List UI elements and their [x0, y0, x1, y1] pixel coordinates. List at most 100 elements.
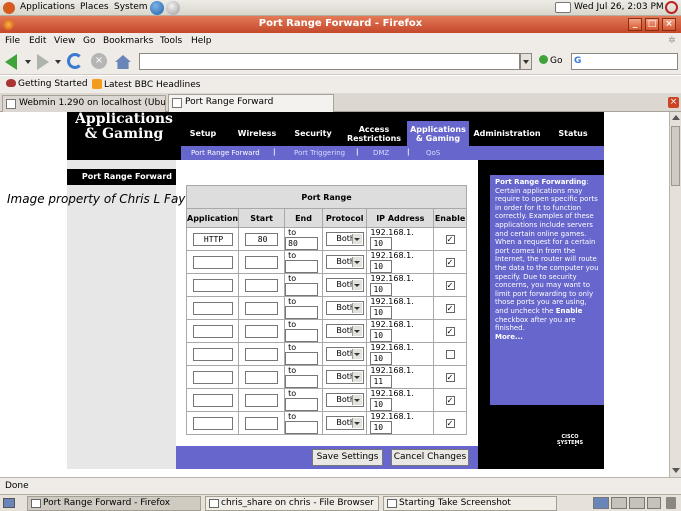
start-port-input[interactable]: [245, 301, 279, 315]
ip-last-octet-input[interactable]: 10: [370, 260, 393, 273]
close-window-button[interactable]: ×: [662, 18, 676, 31]
tab-status[interactable]: Status: [545, 121, 601, 146]
taskbar-file-browser[interactable]: chris_share on chris - File Browser: [205, 496, 379, 511]
system-menu[interactable]: System: [114, 2, 148, 12]
mail-notify-icon[interactable]: [555, 2, 571, 13]
end-port-input[interactable]: [285, 375, 319, 388]
back-history-dropdown-icon[interactable]: [25, 60, 31, 64]
forward-history-dropdown-icon[interactable]: [55, 60, 61, 64]
back-icon[interactable]: [5, 54, 17, 70]
protocol-select[interactable]: Both: [325, 255, 364, 269]
reload-icon[interactable]: [67, 53, 83, 69]
subnav-port-range-forward[interactable]: Port Range Forward: [191, 149, 260, 157]
end-port-input[interactable]: [285, 352, 319, 365]
maximize-button[interactable]: □: [645, 18, 659, 31]
application-input[interactable]: [192, 393, 233, 407]
end-port-input[interactable]: [285, 283, 319, 296]
web-browser-launcher-icon[interactable]: [150, 1, 164, 15]
subnav-dmz[interactable]: DMZ: [373, 149, 389, 157]
application-input[interactable]: [192, 278, 233, 292]
ip-last-octet-input[interactable]: 11: [370, 375, 393, 388]
menu-edit[interactable]: Edit: [29, 36, 46, 46]
protocol-select[interactable]: Both: [325, 347, 364, 361]
bookmark-getting-started[interactable]: Getting Started: [6, 79, 88, 89]
workspace-3[interactable]: [629, 497, 645, 509]
end-port-input[interactable]: [285, 421, 319, 434]
power-icon[interactable]: [665, 1, 678, 14]
save-settings-button[interactable]: Save Settings: [312, 449, 383, 466]
start-port-input[interactable]: [245, 278, 279, 292]
ip-last-octet-input[interactable]: 10: [370, 306, 393, 319]
places-menu[interactable]: Places: [80, 2, 109, 12]
protocol-select[interactable]: Both: [325, 301, 364, 315]
ip-last-octet-input[interactable]: 10: [370, 352, 393, 365]
protocol-select[interactable]: Both: [325, 232, 364, 246]
menu-view[interactable]: View: [54, 36, 75, 46]
gnome-foot-icon[interactable]: [3, 2, 15, 14]
ip-last-octet-input[interactable]: 10: [370, 283, 393, 296]
tab-webmin[interactable]: Webmin 1.290 on localhost (Ubu...: [2, 95, 166, 112]
tab-wireless[interactable]: Wireless: [225, 121, 289, 146]
close-tab-button[interactable]: ×: [668, 97, 679, 108]
application-input[interactable]: [192, 370, 233, 384]
mail-launcher-icon[interactable]: [166, 1, 180, 15]
menu-go[interactable]: Go: [83, 36, 95, 46]
application-input[interactable]: HTTP: [192, 232, 233, 246]
stop-icon[interactable]: ×: [91, 53, 107, 69]
search-input[interactable]: G: [571, 53, 678, 70]
start-port-input[interactable]: [245, 393, 279, 407]
tab-administration[interactable]: Administration: [469, 121, 545, 146]
protocol-select[interactable]: Both: [325, 370, 364, 384]
scroll-thumb[interactable]: [671, 126, 680, 186]
ip-last-octet-input[interactable]: 10: [370, 237, 393, 250]
workspace-2[interactable]: [611, 497, 627, 509]
help-more-link[interactable]: More...: [495, 333, 523, 341]
bookmark-bbc-headlines[interactable]: Latest BBC Headlines: [92, 79, 200, 90]
application-input[interactable]: [192, 347, 233, 361]
home-icon[interactable]: [115, 55, 131, 69]
url-history-dropdown-button[interactable]: [520, 53, 532, 70]
forward-icon[interactable]: [37, 54, 49, 70]
ip-last-octet-input[interactable]: 10: [370, 329, 393, 342]
enable-checkbox[interactable]: [445, 349, 455, 359]
clock[interactable]: Wed Jul 26, 2:03 PM: [574, 2, 664, 12]
scroll-up-icon[interactable]: [672, 115, 680, 120]
show-desktop-icon[interactable]: [3, 498, 15, 508]
protocol-select[interactable]: Both: [325, 393, 364, 407]
application-input[interactable]: [192, 324, 233, 338]
enable-checkbox[interactable]: ✓: [445, 234, 455, 244]
applications-menu[interactable]: Applications: [20, 2, 75, 12]
menu-file[interactable]: File: [5, 36, 20, 46]
workspace-1[interactable]: [593, 497, 609, 509]
protocol-select[interactable]: Both: [325, 416, 364, 430]
enable-checkbox[interactable]: ✓: [445, 326, 455, 336]
trash-icon[interactable]: [666, 497, 676, 509]
menu-bookmarks[interactable]: Bookmarks: [103, 36, 153, 46]
application-input[interactable]: [192, 416, 233, 430]
vertical-scrollbar[interactable]: [669, 112, 681, 477]
taskbar-firefox[interactable]: Port Range Forward - Firefox: [27, 496, 201, 511]
end-port-input[interactable]: [285, 329, 319, 342]
end-port-input[interactable]: [285, 398, 319, 411]
menu-tools[interactable]: Tools: [160, 36, 182, 46]
end-port-input[interactable]: [285, 260, 319, 273]
enable-checkbox[interactable]: ✓: [445, 257, 455, 267]
enable-checkbox[interactable]: ✓: [445, 395, 455, 405]
protocol-select[interactable]: Both: [325, 278, 364, 292]
menu-help[interactable]: Help: [191, 36, 212, 46]
subnav-qos[interactable]: QoS: [426, 149, 440, 157]
start-port-input[interactable]: [245, 347, 279, 361]
enable-checkbox[interactable]: ✓: [445, 418, 455, 428]
minimize-button[interactable]: _: [628, 18, 642, 31]
tab-port-range-forward[interactable]: Port Range Forward: [168, 94, 334, 112]
protocol-select[interactable]: Both: [325, 324, 364, 338]
ip-last-octet-input[interactable]: 10: [370, 398, 393, 411]
tab-security[interactable]: Security: [289, 121, 337, 146]
start-port-input[interactable]: [245, 255, 279, 269]
scroll-down-icon[interactable]: [672, 468, 680, 473]
application-input[interactable]: [192, 255, 233, 269]
workspace-4[interactable]: [647, 497, 661, 509]
enable-checkbox[interactable]: ✓: [445, 303, 455, 313]
ip-last-octet-input[interactable]: 10: [370, 421, 393, 434]
url-input[interactable]: [139, 53, 520, 70]
